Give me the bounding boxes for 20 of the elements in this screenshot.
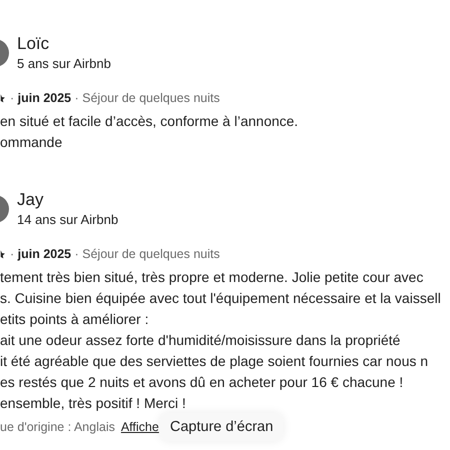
- review-text-line: en situé et facile d’accès, conforme à l’annonce.: [0, 112, 300, 131]
- review-text-line: tement très bien situé, très propre et moderne. Jolie petite cour avec: [0, 268, 424, 287]
- member-tenure: 14 ans sur Airbnb: [17, 211, 118, 229]
- review-meta: · juin 2025 · Séjour de quelques nuits: [10, 247, 220, 261]
- reviewer-name: Loïc: [17, 33, 50, 55]
- member-tenure: 5 ans sur Airbnb: [17, 55, 111, 73]
- review-text-line: etits points à améliorer :: [0, 310, 150, 329]
- review-text-line: ait une odeur assez forte d'humidité/moisissure dans la propriété: [0, 331, 402, 350]
- tooltip: Capture d’écran: [160, 413, 284, 441]
- show-link[interactable]: Affiche: [120, 418, 159, 436]
- review-text-line: es restés que 2 nuits et avons dû en acheter pour 16 € chacune !: [0, 373, 404, 392]
- review-meta: · juin 2025 · Séjour de quelques nuits: [10, 91, 220, 105]
- reviewer-name: Jay: [17, 189, 44, 211]
- star-icon: [0, 94, 6, 102]
- review-text-line: ommande: [0, 133, 64, 152]
- review-text-line: ensemble, très positif ! Merci !: [0, 394, 187, 413]
- original-language: ue d'origine : Anglais: [0, 419, 115, 436]
- review-text-line: s. Cuisine bien équipée avec tout l'équipement nécessaire et la vaissell: [0, 289, 442, 308]
- review-text-line: it été agréable que des serviettes de plage soient fournies car nous n: [0, 352, 430, 371]
- star-icon: [0, 250, 6, 258]
